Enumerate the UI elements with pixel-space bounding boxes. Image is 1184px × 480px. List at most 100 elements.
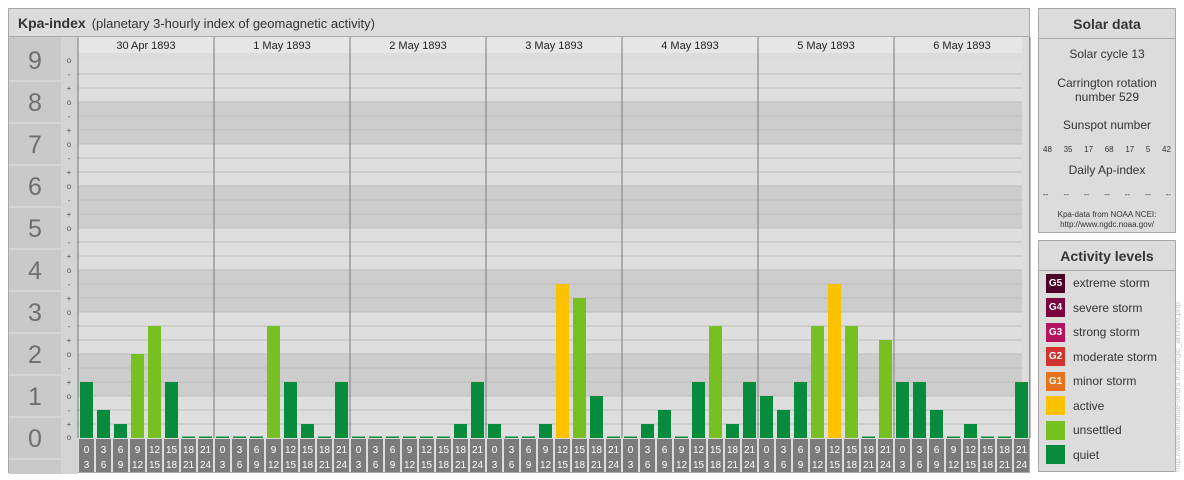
kp-bar (335, 382, 348, 438)
kp-bar (522, 436, 535, 438)
interval-end-label: 3 (492, 460, 498, 471)
y-minor-tick-label: o (67, 433, 72, 442)
kp-band (78, 144, 1022, 186)
interval-start-label: 21 (744, 445, 756, 456)
interval-start-label: 9 (815, 445, 821, 456)
chart-subtitle: (planetary 3-hourly index of geomagnetic… (91, 16, 375, 31)
interval-start-label: 18 (863, 445, 875, 456)
kp-bar (420, 436, 433, 438)
kp-bar (386, 436, 399, 438)
kp-bar (437, 436, 450, 438)
y-minor-tick-label: - (68, 280, 71, 289)
interval-end-label: 24 (880, 460, 892, 471)
day-label: 3 May 1893 (525, 40, 582, 52)
y-minor-tick-label: + (67, 126, 72, 135)
level-swatch (1046, 420, 1065, 440)
interval-start-label: 12 (829, 445, 841, 456)
interval-start-label: 6 (934, 445, 940, 456)
interval-end-label: 9 (662, 460, 668, 471)
y-minor-tick-label: o (67, 350, 72, 359)
y-minor-tick-label: + (67, 84, 72, 93)
data-source: Kpa-data from NOAA NCEI: http://www.ngdc… (1039, 210, 1175, 230)
interval-end-label: 15 (965, 460, 977, 471)
level-swatch: G1 (1046, 371, 1065, 391)
interval-end-label: 15 (149, 460, 161, 471)
ap-value: -- (1145, 190, 1151, 199)
interval-end-label: 21 (727, 460, 739, 471)
kp-bar (250, 436, 263, 438)
interval-end-label: 12 (948, 460, 960, 471)
interval-end-label: 6 (645, 460, 651, 471)
interval-start-label: 3 (237, 445, 243, 456)
kp-bar (845, 325, 858, 438)
y-minor-tick-label: + (67, 336, 72, 345)
y-minor-tick-label: + (67, 420, 72, 429)
interval-start-label: 18 (183, 445, 195, 456)
interval-end-label: 6 (781, 460, 787, 471)
interval-end-label: 3 (900, 460, 906, 471)
interval-start-label: 9 (951, 445, 957, 456)
level-swatch: G4 (1046, 298, 1065, 317)
interval-end-label: 6 (509, 460, 515, 471)
interval-start-label: 15 (302, 445, 314, 456)
level-label: strong storm (1073, 325, 1140, 339)
kp-bar (233, 436, 246, 438)
interval-start-label: 21 (1016, 445, 1028, 456)
watermark: http://www.fleuriste-fleurs.fr/ursi/gic_… (1173, 302, 1182, 472)
kp-bar (556, 283, 569, 438)
interval-start-label: 21 (336, 445, 348, 456)
interval-end-label: 3 (764, 460, 770, 471)
interval-end-label: 3 (628, 460, 634, 471)
y-tick-label: 9 (28, 47, 42, 75)
interval-end-label: 12 (404, 460, 416, 471)
kp-bar (964, 424, 977, 438)
interval-end-label: 15 (421, 460, 433, 471)
kp-bar (862, 436, 875, 438)
level-moderate-storm: G2 moderate storm (1046, 347, 1157, 367)
kp-bar (284, 382, 297, 438)
kp-bar (590, 396, 603, 438)
interval-start-label: 0 (220, 445, 226, 456)
interval-start-label: 0 (356, 445, 362, 456)
interval-end-label: 12 (812, 460, 824, 471)
interval-start-label: 6 (118, 445, 124, 456)
day-label: 6 May 1893 (933, 40, 990, 52)
kp-bar (828, 283, 841, 438)
kp-bar (709, 325, 722, 438)
kp-band (78, 60, 1022, 102)
kp-bar (97, 409, 110, 438)
y-minor-tick-label: + (67, 378, 72, 387)
level-label: unsettled (1073, 423, 1122, 437)
kp-bar (947, 436, 960, 438)
interval-end-label: 12 (540, 460, 552, 471)
interval-start-label: 6 (390, 445, 396, 456)
interval-start-label: 21 (608, 445, 620, 456)
solar-cycle: Solar cycle 13 (1069, 47, 1145, 61)
y-minor-tick-label: o (67, 98, 72, 107)
y-minor-tick-label: - (68, 112, 71, 121)
kp-bar (182, 436, 195, 438)
interval-start-label: 18 (591, 445, 603, 456)
interval-end-label: 24 (336, 460, 348, 471)
kp-bar (658, 409, 671, 438)
interval-start-label: 9 (543, 445, 549, 456)
kp-bar (1015, 382, 1028, 438)
y-tick-label: 0 (28, 425, 42, 453)
y-minor-tick-label: o (67, 224, 72, 233)
chart-title: Kpa-index (18, 15, 86, 31)
interval-start-label: 12 (149, 445, 161, 456)
interval-end-label: 18 (846, 460, 858, 471)
y-tick-label: 6 (28, 173, 42, 201)
interval-end-label: 18 (710, 460, 722, 471)
interval-start-label: 18 (319, 445, 331, 456)
y-minor-tick-label: o (67, 266, 72, 275)
y-minor-tick-label: o (67, 182, 72, 191)
kp-bar (267, 325, 280, 438)
sunspot-value: 42 (1162, 145, 1171, 154)
kp-bar (726, 424, 739, 438)
kp-band (78, 228, 1022, 270)
interval-end-label: 12 (268, 460, 280, 471)
source-link[interactable]: http://www.ngdc.noaa.gov/ (1039, 220, 1175, 230)
y-minor-tick-label: - (68, 196, 71, 205)
y-minor-tick-label: o (67, 392, 72, 401)
